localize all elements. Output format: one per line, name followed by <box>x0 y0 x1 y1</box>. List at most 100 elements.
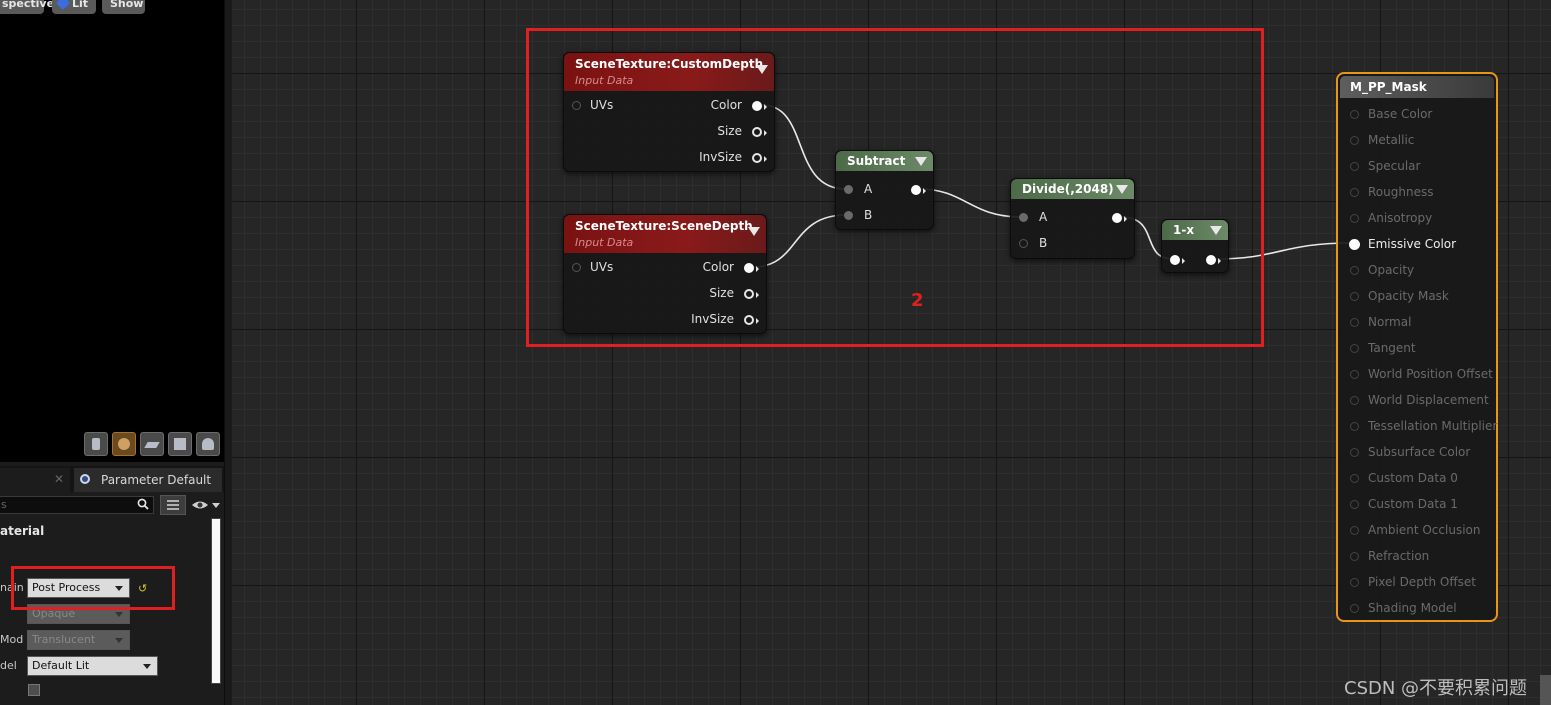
perspective-button[interactable]: spective <box>0 0 54 14</box>
preview-teapot-button[interactable] <box>196 432 220 456</box>
pin-label: B <box>1039 236 1048 250</box>
annotation-box-domain <box>11 566 175 610</box>
pin-label: Color <box>702 260 734 274</box>
list-view-button[interactable] <box>160 495 186 515</box>
lit-button[interactable]: Lit <box>52 0 96 14</box>
property-checkbox[interactable] <box>28 684 40 696</box>
material-section-heading[interactable]: aterial <box>0 524 44 538</box>
search-icon[interactable] <box>137 498 149 510</box>
node-subtract[interactable]: Subtract A B <box>835 150 934 230</box>
shading-model-value: Default Lit <box>32 659 90 672</box>
pin-color-out[interactable]: Color <box>711 98 742 112</box>
lit-icon <box>55 0 71 11</box>
node-divide[interactable]: Divide(,2048) A B <box>1010 178 1135 259</box>
material-preview-viewport[interactable]: spective Lit Show <box>0 0 224 462</box>
input-pin-icon[interactable] <box>1350 318 1359 327</box>
input-pin-icon[interactable] <box>1350 552 1359 561</box>
input-pin-icon[interactable] <box>1170 255 1185 265</box>
decal-blend-mode-row: Mod Translucent <box>0 627 210 653</box>
shading-model-combo[interactable]: Default Lit <box>27 656 158 676</box>
result-pin-label: Anisotropy <box>1368 211 1433 225</box>
input-pin-icon[interactable] <box>1350 500 1359 509</box>
input-pin-icon[interactable] <box>1350 344 1359 353</box>
collapse-arrow-icon[interactable] <box>748 227 760 236</box>
node-scenetexture-scenedepth[interactable]: SceneTexture:SceneDepth Input Data UVs C… <box>563 214 767 334</box>
input-pin-icon[interactable] <box>1350 110 1359 119</box>
show-button[interactable]: Show <box>102 0 145 14</box>
plane-icon <box>144 442 160 448</box>
output-pin-icon[interactable] <box>752 127 767 137</box>
output-pin-icon[interactable] <box>752 101 767 111</box>
node-header: SceneTexture:SceneDepth Input Data <box>564 215 766 253</box>
pin-label: InvSize <box>691 312 734 326</box>
pin-size-out[interactable]: Size <box>709 286 734 300</box>
input-pin-icon[interactable] <box>1350 162 1359 171</box>
input-pin-icon[interactable] <box>1350 370 1359 379</box>
input-pin-icon[interactable] <box>1349 239 1360 250</box>
graph-scrollbar[interactable] <box>1540 675 1551 705</box>
input-pin-icon[interactable] <box>1350 136 1359 145</box>
annotation-number: 2 <box>911 290 924 311</box>
input-pin-icon[interactable] <box>1350 266 1359 275</box>
collapse-arrow-icon[interactable] <box>1116 185 1128 194</box>
output-pin-icon[interactable] <box>744 315 759 325</box>
node-subtitle: Input Data <box>575 236 634 249</box>
details-search-row: s <box>0 494 224 516</box>
output-pin-icon[interactable] <box>744 263 759 273</box>
decal-blend-mode-combo[interactable]: Translucent <box>27 630 130 650</box>
collapse-arrow-icon[interactable] <box>915 157 927 166</box>
cube-icon <box>174 438 186 450</box>
result-pin-label: Tangent <box>1368 341 1416 355</box>
input-pin-icon[interactable] <box>572 101 581 110</box>
input-pin-icon[interactable] <box>1350 474 1359 483</box>
output-pin-icon[interactable] <box>744 289 759 299</box>
input-pin-icon[interactable] <box>844 185 853 194</box>
input-pin-icon[interactable] <box>1350 604 1359 613</box>
eye-icon[interactable] <box>190 496 222 514</box>
input-pin-icon[interactable] <box>1350 396 1359 405</box>
node-material-result[interactable]: M_PP_Mask Base Color Metallic Specular Roug… <box>1336 72 1498 622</box>
details-scrollbar[interactable] <box>211 518 221 684</box>
input-pin-icon[interactable] <box>1350 292 1359 301</box>
tab-details[interactable]: ✕ <box>0 468 70 492</box>
output-pin-icon[interactable] <box>911 185 926 195</box>
input-pin-icon[interactable] <box>572 263 581 272</box>
result-pin-label: Shading Model <box>1368 601 1457 615</box>
collapse-arrow-icon[interactable] <box>756 65 768 74</box>
result-pin-label: Opacity Mask <box>1368 289 1449 303</box>
pin-label: Size <box>709 286 734 300</box>
close-icon[interactable]: ✕ <box>54 472 64 486</box>
pin-invsize-out[interactable]: InvSize <box>699 150 742 164</box>
input-pin-icon[interactable] <box>1350 526 1359 535</box>
input-pin-icon[interactable] <box>844 211 853 220</box>
preview-sphere-button[interactable] <box>112 432 136 456</box>
input-pin-icon[interactable] <box>1350 422 1359 431</box>
node-title: SceneTexture:CustomDepth <box>575 57 764 71</box>
input-pin-icon[interactable] <box>1350 448 1359 457</box>
result-pin-label: Roughness <box>1368 185 1434 199</box>
output-pin-icon[interactable] <box>1206 255 1221 265</box>
tab-parameter-default[interactable]: Parameter Default <box>74 468 222 492</box>
pin-label: A <box>864 182 873 196</box>
input-pin-icon[interactable] <box>1350 188 1359 197</box>
pin-invsize-out[interactable]: InvSize <box>691 312 734 326</box>
input-pin-icon[interactable] <box>1019 213 1028 222</box>
result-pin-label: Refraction <box>1368 549 1430 563</box>
result-pin-label: Base Color <box>1368 107 1433 121</box>
preview-cube-button[interactable] <box>168 432 192 456</box>
tab-parameter-default-label: Parameter Default <box>101 473 212 487</box>
input-pin-icon[interactable] <box>1350 578 1359 587</box>
collapse-arrow-icon[interactable] <box>1210 226 1222 235</box>
node-scenetexture-customdepth[interactable]: SceneTexture:CustomDepth Input Data UVs … <box>563 52 775 172</box>
node-one-minus[interactable]: 1-x <box>1161 219 1229 273</box>
input-pin-icon[interactable] <box>1019 239 1028 248</box>
preview-cylinder-button[interactable] <box>84 432 108 456</box>
pin-size-out[interactable]: Size <box>717 124 742 138</box>
output-pin-icon[interactable] <box>752 153 767 163</box>
pin-color-out[interactable]: Color <box>703 260 734 274</box>
details-search-input[interactable]: s <box>0 496 154 514</box>
preview-plane-button[interactable] <box>140 432 164 456</box>
pin-label: UVs <box>590 98 614 112</box>
output-pin-icon[interactable] <box>1112 213 1127 223</box>
input-pin-icon[interactable] <box>1350 214 1359 223</box>
